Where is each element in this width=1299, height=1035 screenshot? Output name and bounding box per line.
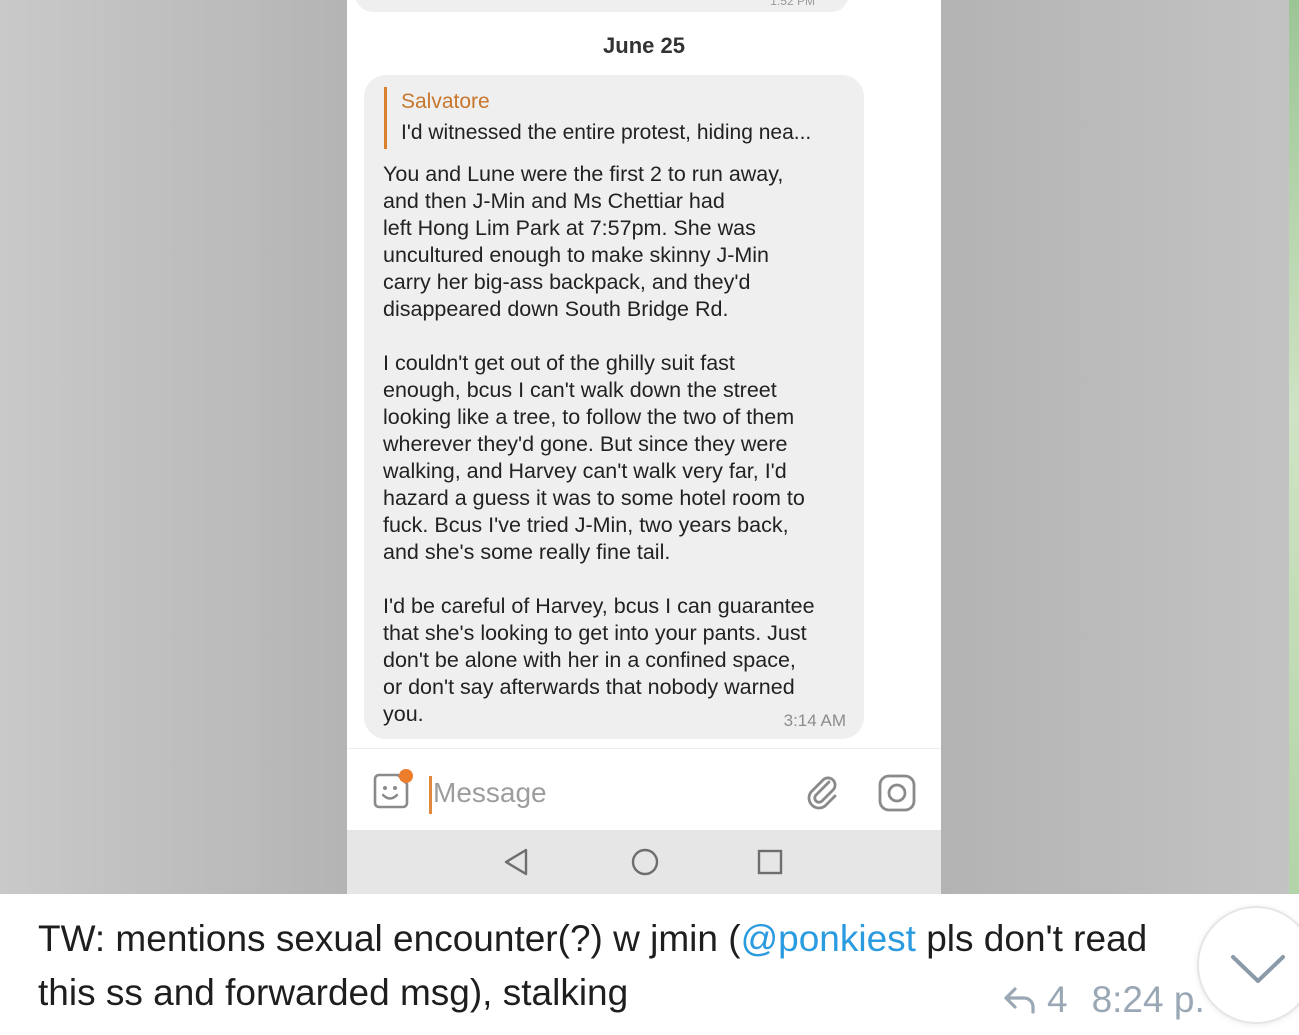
message-line: you. (383, 702, 424, 726)
previous-message-time: 1:52 PM (770, 0, 815, 8)
post-time: 8:24 p. (1091, 979, 1205, 1020)
chevron-down-icon (1231, 955, 1285, 983)
message-line: or don't say afterwards that nobody warn… (383, 675, 795, 699)
message-line: uncultured enough to make skinny J-Min (383, 243, 770, 267)
blurred-backdrop-left (0, 0, 347, 894)
android-navigation-bar (347, 830, 941, 894)
caption-text-start: TW: mentions sexual encounter(?) w jmin … (38, 918, 741, 959)
message-line: wherever they'd gone. But since they wer… (383, 432, 788, 456)
message-line: left Hong Lim Park at 7:57pm. She was (383, 216, 756, 240)
message-line: fuck. Bcus I've tried J-Min, two years b… (383, 513, 789, 537)
message-bubble[interactable]: Salvatore I'd witnessed the entire prote… (364, 75, 864, 739)
paperclip-icon[interactable] (802, 771, 842, 811)
reply-count[interactable]: 4 (1047, 979, 1068, 1020)
blurred-backdrop-right (941, 0, 1289, 894)
message-line: that she's looking to get into your pant… (383, 621, 807, 645)
notification-dot (399, 769, 413, 783)
square-recents-icon[interactable] (756, 848, 784, 876)
phone-screenshot: 1:52 PM June 25 Salvatore I'd witnessed … (347, 0, 941, 894)
reply-quote[interactable]: Salvatore I'd witnessed the entire prote… (384, 87, 811, 149)
message-line: I'd be careful of Harvey, bcus I can gua… (383, 594, 815, 618)
mention-link[interactable]: @ponkiest (741, 918, 916, 959)
window-edge-strip (1289, 0, 1299, 1035)
message-time: 3:14 AM (783, 711, 846, 730)
message-line: disappeared down South Bridge Rd. (383, 297, 729, 321)
date-separator: June 25 (603, 33, 685, 58)
message-input[interactable] (433, 773, 773, 813)
message-paragraph: I couldn't get out of the ghilly suit fa… (383, 350, 853, 566)
quote-preview-text: I'd witnessed the entire protest, hiding… (401, 121, 812, 144)
message-text: You and Lune were the first 2 to run awa… (383, 161, 853, 728)
quote-sender-name: Salvatore (401, 90, 490, 113)
message-line: and she's some really fine tail. (383, 540, 671, 564)
message-line: carry her big-ass backpack, and they'd (383, 270, 751, 294)
post-caption-area: TW: mentions sexual encounter(?) w jmin … (0, 894, 1299, 1035)
message-line: I couldn't get out of the ghilly suit fa… (383, 351, 735, 375)
circle-home-icon[interactable] (630, 847, 660, 877)
post-meta: 4 8:24 p. (1003, 979, 1205, 1021)
message-paragraph: I'd be careful of Harvey, bcus I can gua… (383, 593, 853, 728)
previous-message-bubble: 1:52 PM (355, 0, 849, 12)
camera-icon[interactable] (877, 773, 917, 813)
message-paragraph: You and Lune were the first 2 to run awa… (383, 161, 853, 323)
message-line: hazard a guess it was to some hotel room… (383, 486, 805, 510)
reply-arrow-icon[interactable] (1003, 986, 1037, 1014)
message-line: You and Lune were the first 2 to run awa… (383, 162, 784, 186)
text-caret (429, 776, 432, 814)
message-line: looking like a tree, to follow the two o… (383, 405, 795, 429)
message-line: enough, bcus I can't walk down the stree… (383, 378, 777, 402)
triangle-back-icon[interactable] (502, 847, 532, 877)
message-line: and then J-Min and Ms Chettiar had (383, 189, 725, 213)
message-line: don't be alone with her in a confined sp… (383, 648, 796, 672)
message-line: walking, and Harvey can't walk very far,… (383, 459, 787, 483)
message-input-bar (347, 748, 941, 831)
